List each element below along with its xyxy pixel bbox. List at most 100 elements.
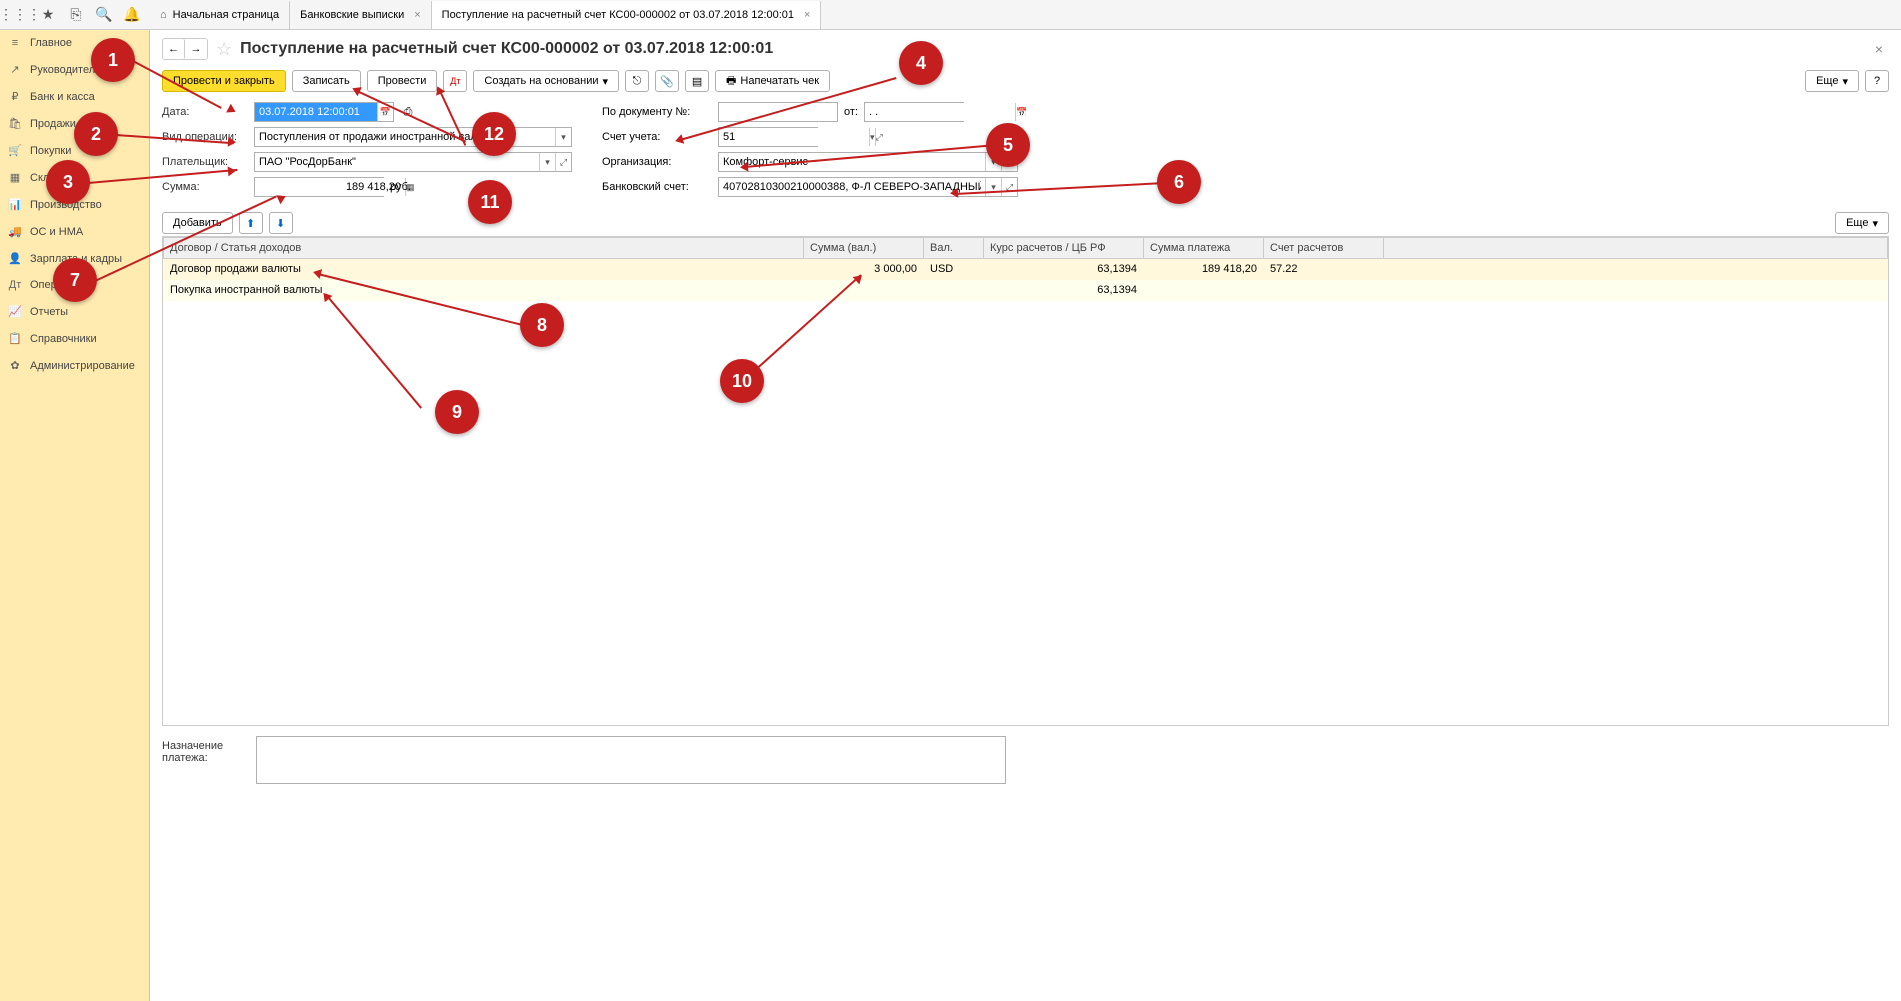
gear-icon: ✿: [8, 359, 22, 372]
sidebar-item-reports[interactable]: 📈Отчеты: [0, 298, 149, 325]
book-icon: 📋: [8, 332, 22, 345]
apps-icon[interactable]: ⋮⋮⋮: [6, 1, 34, 29]
col-currency[interactable]: Вал.: [924, 238, 984, 259]
table: Договор / Статья доходов Сумма (вал.) Ва…: [163, 237, 1888, 301]
doc-from-label: от:: [844, 106, 858, 118]
sidebar-label: Главное: [30, 37, 72, 49]
move-down-button[interactable]: ⬇: [269, 212, 293, 234]
annotation-bubble-10: 10: [720, 359, 764, 403]
clipboard-icon[interactable]: ⎘: [62, 1, 90, 29]
post-button[interactable]: Провести: [367, 70, 438, 92]
schema-button[interactable]: ⎋: [625, 70, 649, 92]
account-input[interactable]: ▾ ⤢: [718, 127, 818, 147]
cell-account[interactable]: [1264, 280, 1384, 301]
chevron-down-icon[interactable]: ▾: [539, 153, 555, 171]
cell-currency[interactable]: USD: [924, 259, 984, 280]
ruble-icon: ₽: [8, 90, 22, 103]
table-more-button[interactable]: Еще ▾: [1835, 212, 1889, 234]
sidebar-item-reference[interactable]: 📋Справочники: [0, 325, 149, 352]
help-button[interactable]: ?: [1865, 70, 1889, 92]
sum-currency: руб.: [390, 181, 411, 193]
attach-button[interactable]: 📎: [655, 70, 679, 92]
purpose-label: Назначение платежа:: [162, 736, 248, 784]
payer-input[interactable]: ▾ ⤢: [254, 152, 572, 172]
account-field[interactable]: [719, 128, 869, 146]
sidebar-label: Покупки: [30, 145, 71, 157]
report-button[interactable]: ▤: [685, 70, 709, 92]
add-row-button[interactable]: Добавить: [162, 212, 233, 234]
post-close-button[interactable]: Провести и закрыть: [162, 70, 286, 92]
sum-input[interactable]: ▦: [254, 177, 384, 197]
chevron-down-icon[interactable]: ▾: [555, 128, 571, 146]
table-row[interactable]: Договор продажи валюты 3 000,00 USD 63,1…: [164, 259, 1888, 280]
bank-account-label: Банковский счет:: [602, 181, 712, 193]
more-button[interactable]: Еще ▾: [1805, 70, 1859, 92]
cell-contract[interactable]: Покупка иностранной валюты: [164, 280, 804, 301]
open-icon[interactable]: ⤢: [875, 128, 883, 146]
date-input[interactable]: [255, 103, 377, 121]
calendar-icon[interactable]: 📅: [1015, 103, 1027, 121]
open-icon[interactable]: ⤢: [555, 153, 571, 171]
favorite-icon[interactable]: ☆: [216, 39, 232, 60]
bell-icon[interactable]: 🔔: [118, 1, 146, 29]
sidebar-item-bank[interactable]: ₽ Банк и касса: [0, 83, 149, 110]
doc-from-input[interactable]: 📅: [864, 102, 964, 122]
annotation-bubble-8: 8: [520, 303, 564, 347]
org-label: Организация:: [602, 156, 712, 168]
search-icon[interactable]: 🔍: [90, 1, 118, 29]
col-payment[interactable]: Сумма платежа: [1144, 238, 1264, 259]
form-col-left: Дата: 📅 ⎙ Вид операции: ▾ Плательщик: ▾: [162, 102, 572, 202]
cell-payment[interactable]: 189 418,20: [1144, 259, 1264, 280]
tab-home[interactable]: ⌂ Начальная страница: [150, 1, 290, 29]
create-based-button[interactable]: Создать на основании ▾: [473, 70, 619, 92]
annotation-arrow-head: [740, 162, 749, 173]
sidebar-item-os-nma[interactable]: 🚚ОС и НМА: [0, 218, 149, 245]
col-account[interactable]: Счет расчетов: [1264, 238, 1384, 259]
star-icon[interactable]: ★: [34, 1, 62, 29]
tab-label: Банковские выписки: [300, 9, 404, 21]
tab-bank-statements[interactable]: Банковские выписки ×: [290, 1, 432, 29]
col-contract[interactable]: Договор / Статья доходов: [164, 238, 804, 259]
annotation-bubble-1: 1: [91, 38, 135, 82]
footer: Назначение платежа:: [162, 736, 1889, 784]
topbar-icons: ⋮⋮⋮ ★ ⎘ 🔍 🔔: [0, 1, 146, 29]
close-icon[interactable]: ×: [414, 9, 420, 21]
cell-currency[interactable]: [924, 280, 984, 301]
annotation-bubble-11: 11: [468, 180, 512, 224]
doc-num-label: По документу №:: [602, 106, 712, 118]
col-sum-val[interactable]: Сумма (вал.): [804, 238, 924, 259]
operation-type-input[interactable]: ▾: [254, 127, 572, 147]
person-icon: 👤: [8, 252, 22, 265]
sidebar-label: Банк и касса: [30, 91, 95, 103]
date-input-wrap[interactable]: 📅: [254, 102, 394, 122]
doc-from-field[interactable]: [865, 103, 1015, 121]
cell-contract[interactable]: Договор продажи валюты: [164, 259, 804, 280]
cell-sum-val[interactable]: [804, 280, 924, 301]
menu-icon: ≡: [8, 37, 22, 49]
annotation-arrow-head: [950, 188, 959, 198]
sidebar-item-admin[interactable]: ✿Администрирование: [0, 352, 149, 379]
print-check-button[interactable]: 🖶 Напечатать чек: [715, 70, 830, 92]
forward-button[interactable]: →: [185, 39, 207, 59]
back-button[interactable]: ←: [163, 39, 185, 59]
cell-account[interactable]: 57.22: [1264, 259, 1384, 280]
open-icon[interactable]: ⤢: [1001, 178, 1017, 196]
dt-kt-button[interactable]: Дт: [443, 70, 467, 92]
cell-rate[interactable]: 63,1394: [984, 259, 1144, 280]
col-rate[interactable]: Курс расчетов / ЦБ РФ: [984, 238, 1144, 259]
cell-payment[interactable]: [1144, 280, 1264, 301]
annotation-bubble-6: 6: [1157, 160, 1201, 204]
tab-receipt[interactable]: Поступление на расчетный счет КС00-00000…: [432, 1, 822, 29]
chevron-down-icon: ▾: [603, 75, 609, 88]
cell-rate[interactable]: 63,1394: [984, 280, 1144, 301]
bank-account-field[interactable]: [719, 178, 985, 196]
annotation-bubble-2: 2: [74, 112, 118, 156]
close-icon[interactable]: ×: [804, 9, 810, 21]
close-doc-button[interactable]: ×: [1869, 41, 1889, 57]
purpose-textarea[interactable]: [256, 736, 1006, 784]
annotation-bubble-7: 7: [53, 258, 97, 302]
move-up-button[interactable]: ⬆: [239, 212, 263, 234]
save-button[interactable]: Записать: [292, 70, 361, 92]
table-row[interactable]: Покупка иностранной валюты 63,1394: [164, 280, 1888, 301]
account-label: Счет учета:: [602, 131, 712, 143]
